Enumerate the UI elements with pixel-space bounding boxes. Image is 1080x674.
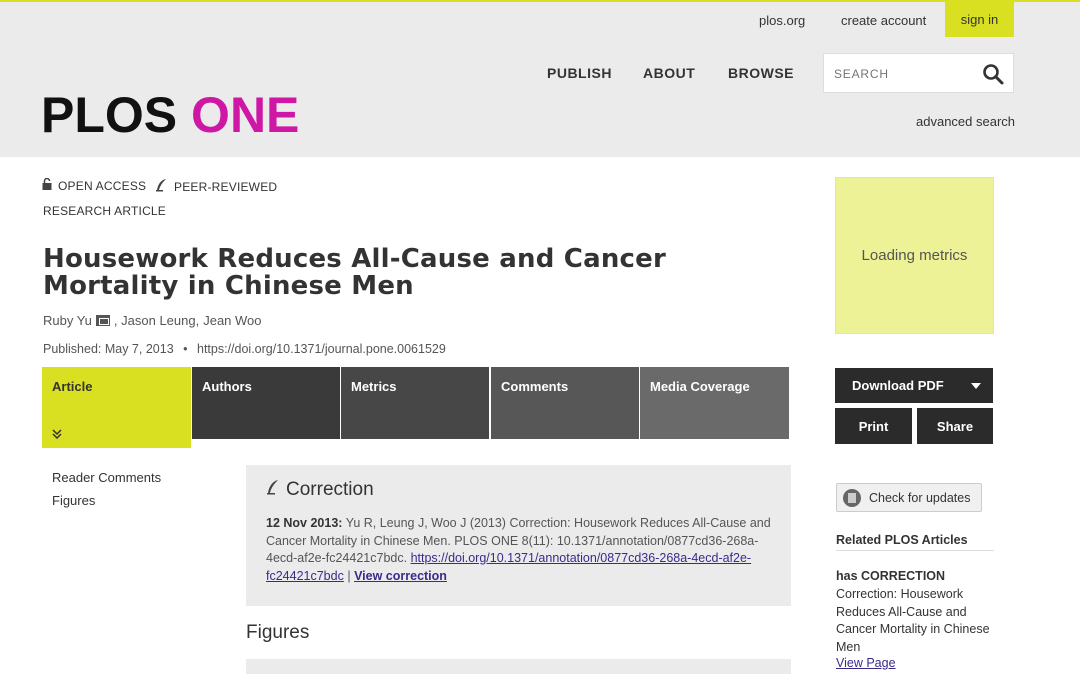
quill-icon — [266, 479, 280, 501]
tab-comments[interactable]: Comments — [491, 367, 639, 439]
download-pdf-label: Download PDF — [852, 378, 944, 393]
nav-reader-comments[interactable]: Reader Comments — [52, 466, 161, 489]
open-access-badge: OPEN ACCESS — [42, 177, 147, 193]
related-type: has CORRECTION — [836, 569, 946, 583]
tab-article[interactable]: Article — [42, 367, 191, 448]
nav-browse[interactable]: BROWSE — [728, 65, 794, 81]
related-articles-heading: Related PLOS Articles — [836, 533, 968, 547]
caret-down-icon[interactable] — [971, 383, 981, 389]
check-for-updates-label: Check for updates — [869, 490, 971, 505]
tab-media-coverage[interactable]: Media Coverage — [640, 367, 789, 439]
crossmark-icon — [843, 488, 861, 507]
article-title: Housework Reduces All-Cause and Cancer M… — [43, 244, 666, 301]
plos-one-logo[interactable]: PLOS ONE — [41, 90, 299, 140]
metrics-panel: Loading metrics — [835, 177, 994, 334]
nav-publish[interactable]: PUBLISH — [547, 65, 612, 81]
tab-article-label: Article — [52, 379, 93, 394]
share-button[interactable]: Share — [917, 408, 993, 444]
view-correction-link[interactable]: View correction — [354, 569, 447, 583]
author-link[interactable]: Jean Woo — [203, 313, 261, 328]
published-date: Published: May 7, 2013 — [43, 342, 174, 356]
check-for-updates-button[interactable]: Check for updates — [836, 483, 982, 512]
author-link[interactable]: , Jason Leung, — [114, 313, 199, 328]
search-icon[interactable] — [981, 62, 1005, 86]
nav-figures[interactable]: Figures — [52, 489, 161, 512]
print-button[interactable]: Print — [835, 408, 912, 444]
author-link[interactable]: Ruby Yu — [43, 313, 92, 328]
peer-reviewed-label: PEER-REVIEWED — [174, 179, 278, 194]
peer-reviewed-badge: PEER-REVIEWED — [155, 178, 277, 195]
tab-authors[interactable]: Authors — [192, 367, 340, 439]
related-article-title[interactable]: Correction: Housework Reduces All-Cause … — [836, 586, 998, 656]
site-header: plos.org create account sign in PUBLISH … — [0, 2, 1080, 157]
advanced-search-link[interactable]: advanced search — [916, 114, 1015, 129]
plos-org-link[interactable]: plos.org — [759, 13, 805, 28]
logo-one: ONE — [191, 87, 300, 143]
download-pdf-button[interactable]: Download PDF — [835, 368, 993, 403]
correction-body: 12 Nov 2013: Yu R, Leung J, Woo J (2013)… — [266, 515, 771, 585]
email-icon[interactable] — [95, 315, 110, 326]
quill-icon — [155, 178, 168, 195]
correction-date: 12 Nov 2013: — [266, 516, 343, 530]
logo-plos: PLOS — [41, 87, 178, 143]
double-chevron-down-icon — [52, 429, 62, 442]
figures-heading: Figures — [246, 622, 310, 643]
figures-panel — [246, 659, 791, 674]
view-page-link[interactable]: View Page — [836, 656, 896, 670]
tab-metrics[interactable]: Metrics — [341, 367, 489, 439]
unlock-icon — [42, 177, 52, 193]
author-list: Ruby Yu , Jason Leung, Jean Woo — [43, 313, 262, 328]
related-divider — [836, 550, 994, 551]
publication-info: Published: May 7, 2013 • https://doi.org… — [43, 342, 446, 356]
article-type: RESEARCH ARTICLE — [43, 204, 167, 218]
article-nav: Reader Comments Figures — [52, 466, 161, 512]
correction-heading-text: Correction — [286, 479, 374, 500]
correction-notice: Correction 12 Nov 2013: Yu R, Leung J, W… — [246, 465, 791, 606]
sign-in-button[interactable]: sign in — [945, 2, 1014, 37]
search-box — [823, 53, 1014, 93]
bullet-separator: • — [183, 342, 188, 356]
correction-separator: | — [347, 568, 351, 583]
correction-heading: Correction — [266, 479, 771, 501]
search-input[interactable] — [834, 64, 974, 84]
create-account-link[interactable]: create account — [841, 13, 926, 28]
open-access-label: OPEN ACCESS — [58, 178, 147, 193]
article-doi[interactable]: https://doi.org/10.1371/journal.pone.006… — [197, 342, 446, 356]
nav-about[interactable]: ABOUT — [643, 65, 695, 81]
